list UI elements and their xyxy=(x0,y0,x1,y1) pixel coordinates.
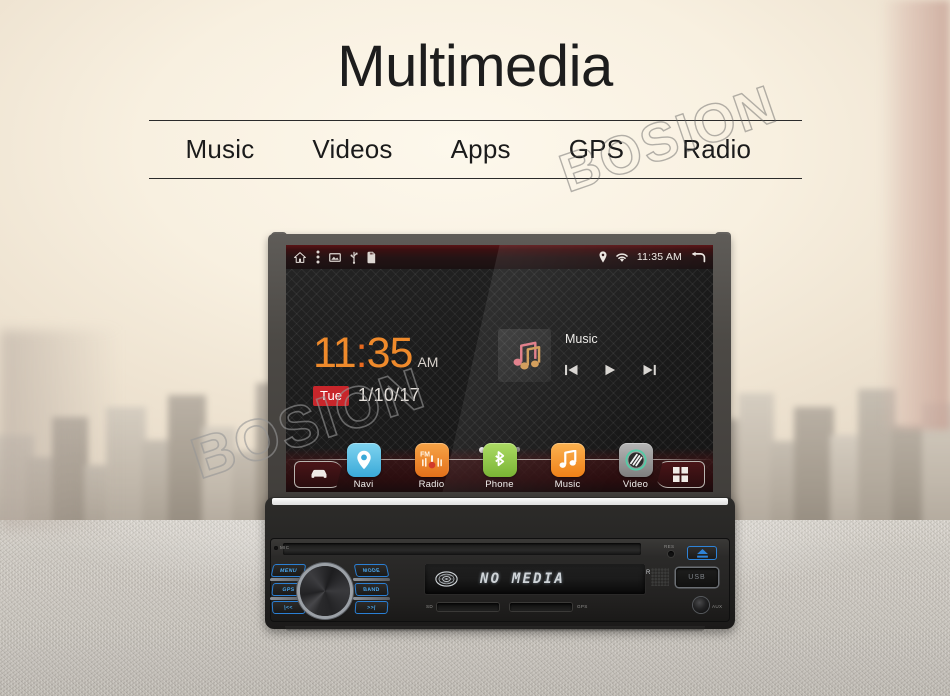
location-pin-icon xyxy=(599,251,607,263)
gps-card-slot[interactable] xyxy=(510,603,572,611)
lcd-sheen xyxy=(425,564,645,577)
gps-slot-label: GPS xyxy=(577,604,588,609)
navi-app-icon xyxy=(346,443,381,477)
phone-app-label: Phone xyxy=(485,479,514,490)
lcd-display: NO MEDIA xyxy=(425,564,645,594)
mode-button[interactable]: MODE xyxy=(353,564,390,577)
music-widget-title: Music xyxy=(565,332,598,346)
clock-widget[interactable]: 11:35 AM Tue 1/10/17 xyxy=(313,332,438,406)
mic-label: MIC xyxy=(280,545,290,550)
clock-date: 1/10/17 xyxy=(357,385,421,405)
sd-card-slot[interactable] xyxy=(437,603,499,611)
sdcard-icon xyxy=(367,251,376,264)
music-widget[interactable]: Music xyxy=(498,329,656,382)
dock-app-music[interactable]: Music xyxy=(543,443,593,490)
back-arrow-icon[interactable] xyxy=(690,251,706,264)
dock-app-video[interactable]: Video xyxy=(611,443,661,490)
dock-app-list: Navi FM Radio Phone Music Video xyxy=(286,443,713,490)
phone-app-icon xyxy=(482,443,517,477)
menu-dots-icon[interactable] xyxy=(316,250,320,264)
play-icon[interactable] xyxy=(605,364,616,376)
screenshot-icon[interactable] xyxy=(329,252,341,263)
dock-app-phone[interactable]: Phone xyxy=(475,443,525,490)
app-dock: Navi FM Radio Phone Music Video xyxy=(286,443,713,492)
clock-ampm: AM xyxy=(417,354,439,370)
app-grid-icon xyxy=(672,467,688,482)
knob-trim-3 xyxy=(352,578,391,581)
clock-time: 11:35 AM xyxy=(313,332,438,375)
music-note-icon xyxy=(509,341,541,371)
reset-pinhole[interactable] xyxy=(668,551,674,557)
dock-app-navi[interactable]: Navi xyxy=(339,443,389,490)
radio-app-icon: FM xyxy=(414,443,449,477)
video-app-label: Video xyxy=(622,479,649,490)
microphone-hole xyxy=(274,546,278,550)
disc-slot[interactable] xyxy=(283,543,641,555)
clock-minutes: 35 xyxy=(366,329,414,377)
music-app-icon xyxy=(550,443,585,477)
previous-track-button[interactable]: |<< xyxy=(271,601,306,614)
status-bar-time: 11:35 AM xyxy=(636,251,682,263)
svg-text:FM: FM xyxy=(420,451,430,458)
home-wallpaper: 11:35 AM Tue 1/10/17 Music Navi FM Radio… xyxy=(286,245,713,492)
screen-trim-strip xyxy=(272,498,728,505)
skip-previous-icon[interactable] xyxy=(565,364,578,376)
clock-hours: 11 xyxy=(313,329,357,377)
next-track-button[interactable]: >>| xyxy=(354,601,389,614)
usb-port[interactable]: USB xyxy=(676,568,718,587)
status-bar: 11:35 AM xyxy=(286,245,713,269)
menu-button[interactable]: MENU xyxy=(270,564,307,577)
eject-button[interactable] xyxy=(687,546,717,560)
eject-icon xyxy=(696,548,709,558)
knob-trim-4 xyxy=(352,597,391,600)
clock-colon: : xyxy=(355,329,368,377)
ir-label: R xyxy=(646,570,651,576)
video-app-icon xyxy=(618,443,653,477)
volume-knob[interactable] xyxy=(300,566,350,616)
album-art xyxy=(498,329,551,382)
clock-day-badge: Tue xyxy=(313,385,349,406)
wifi-icon xyxy=(615,252,629,263)
car-stereo-unit: 11:35 AM 11:35 AM Tue 1/10/17 Music Navi… xyxy=(0,0,950,696)
app-drawer-button[interactable] xyxy=(656,461,705,488)
music-app-label: Music xyxy=(554,479,581,490)
chassis-shadow xyxy=(285,626,705,632)
dock-app-radio[interactable]: FM Radio xyxy=(407,443,457,490)
aux-label: AUX xyxy=(712,604,723,609)
ir-receiver xyxy=(651,568,669,586)
touchscreen[interactable]: 11:35 AM 11:35 AM Tue 1/10/17 Music Navi… xyxy=(286,245,713,492)
sd-slot-label: SD xyxy=(426,604,433,609)
usb-icon xyxy=(350,251,358,264)
band-button[interactable]: BAND xyxy=(354,583,389,596)
aux-jack[interactable] xyxy=(693,597,709,613)
res-label: RES xyxy=(664,544,675,549)
skip-next-icon[interactable] xyxy=(643,364,656,376)
navi-app-label: Navi xyxy=(353,479,374,490)
home-icon[interactable] xyxy=(293,251,307,264)
radio-app-label: Radio xyxy=(418,479,445,490)
